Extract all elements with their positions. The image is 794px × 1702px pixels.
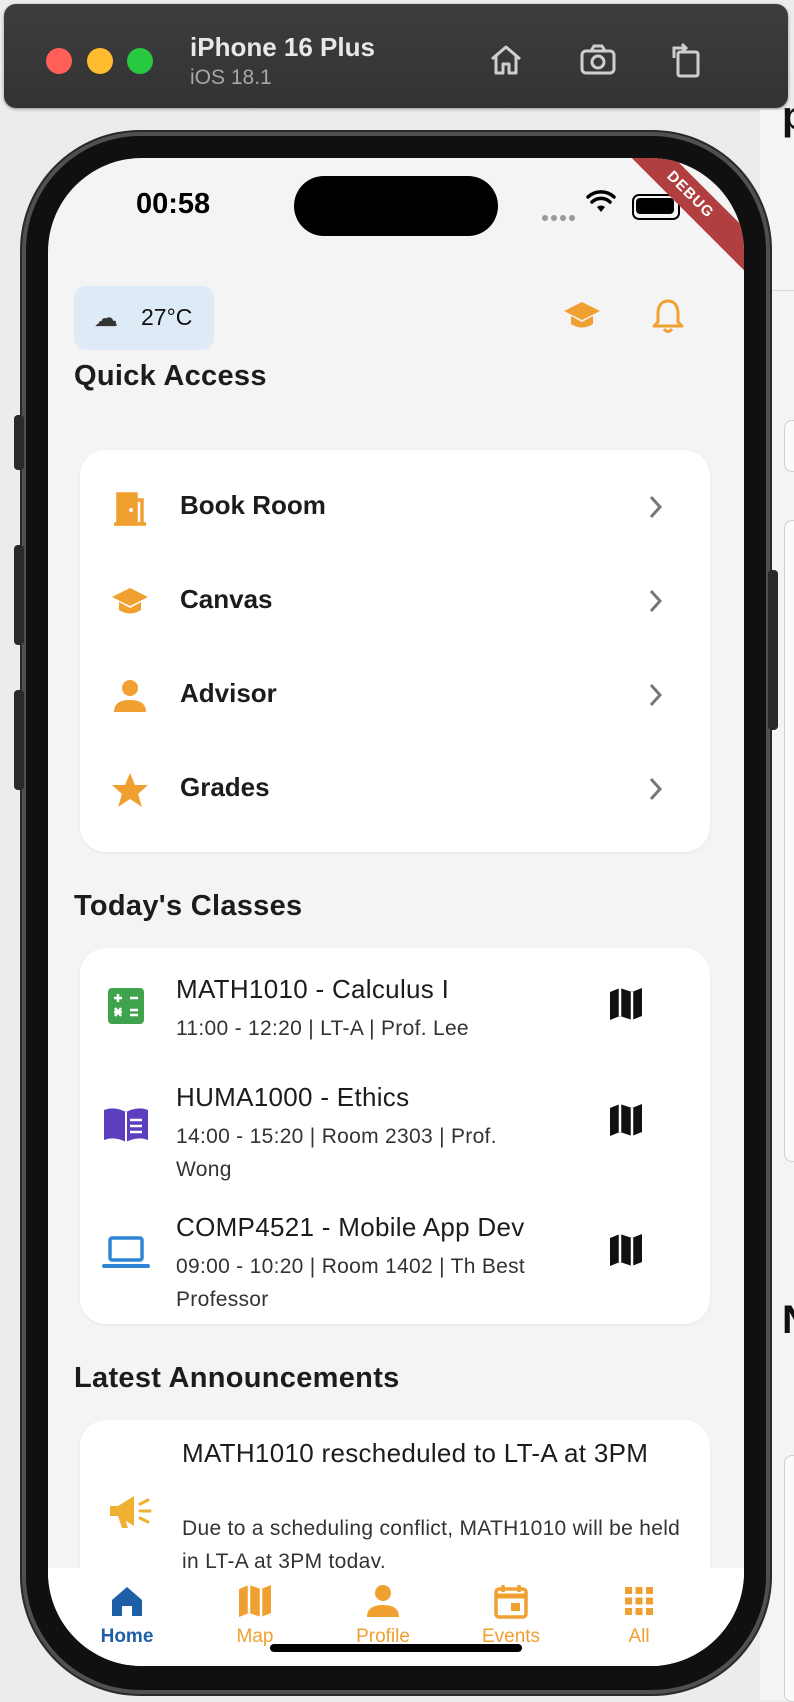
graduation-cap-icon [110, 582, 150, 622]
nav-all[interactable]: All [574, 1582, 704, 1648]
os-version: iOS 18.1 [190, 66, 272, 89]
close-window-button[interactable] [46, 48, 72, 74]
class-item[interactable]: COMP4521 - Mobile App Dev 09:00 - 10:20 … [80, 1212, 710, 1311]
announcement-title: MATH1010 rescheduled to LT-A at 3PM [182, 1438, 649, 1468]
person-icon [110, 676, 150, 716]
door-icon [110, 488, 150, 528]
class-details: 09:00 - 10:20 | Room 1402 | Th Best Prof… [176, 1255, 526, 1311]
quick-access-book-room[interactable]: Book Room [80, 462, 710, 556]
temperature: 27°C [141, 304, 193, 330]
chevron-right-icon [649, 589, 663, 613]
action-button [14, 415, 24, 470]
rotate-icon[interactable] [664, 38, 708, 82]
map-icon [239, 1585, 271, 1617]
device-name: iPhone 16 Plus [190, 32, 375, 62]
nav-label: Home [100, 1626, 154, 1647]
book-icon [102, 1100, 150, 1148]
announcements-title: Latest Announcements [74, 1362, 400, 1394]
zoom-window-button[interactable] [127, 48, 153, 74]
volume-down-button [14, 690, 24, 790]
background-glyph: N [782, 1298, 794, 1343]
quick-access-label: Grades [180, 772, 270, 802]
screenshot-icon[interactable] [576, 38, 620, 82]
class-item[interactable]: HUMA1000 - Ethics 14:00 - 15:20 | Room 2… [80, 1082, 710, 1181]
quick-access-title: Quick Access [74, 360, 267, 392]
calculator-icon [102, 982, 150, 1030]
background-panel [784, 520, 794, 1162]
power-button [768, 570, 778, 730]
wifi-icon [586, 190, 616, 219]
quick-access-label: Advisor [180, 678, 277, 708]
phone-screen: 00:58 DEBUG ☁ 27°C Quick Access Book Roo… [48, 158, 744, 1666]
class-details: 11:00 - 12:20 | LT-A | Prof. Lee [176, 1017, 469, 1040]
cellular-signal-icon [542, 208, 578, 226]
nav-profile[interactable]: Profile [318, 1582, 448, 1648]
home-icon[interactable] [484, 38, 528, 82]
minimize-window-button[interactable] [87, 48, 113, 74]
star-icon [110, 770, 150, 810]
calendar-icon [494, 1585, 528, 1619]
chevron-right-icon [649, 683, 663, 707]
laptop-icon [102, 1228, 150, 1276]
class-title: HUMA1000 - Ethics [176, 1082, 410, 1112]
apps-grid-icon [625, 1587, 653, 1615]
bell-icon[interactable] [648, 296, 688, 336]
class-details: 14:00 - 15:20 | Room 2303 | Prof. Wong [176, 1125, 497, 1181]
cloud-icon: ☁ [94, 305, 118, 332]
map-icon[interactable] [606, 984, 646, 1024]
todays-classes-title: Today's Classes [74, 890, 303, 922]
quick-access-card: Book Room Canvas Advisor Grades [80, 450, 710, 852]
map-icon[interactable] [606, 1100, 646, 1140]
home-icon [112, 1587, 142, 1616]
weather-chip[interactable]: ☁ 27°C [74, 286, 214, 350]
volume-up-button [14, 545, 24, 645]
nav-events[interactable]: Events [446, 1582, 576, 1648]
background-glyph: p [782, 94, 794, 139]
quick-access-label: Canvas [180, 584, 273, 614]
nav-home[interactable]: Home [62, 1582, 192, 1648]
quick-access-label: Book Room [180, 490, 326, 520]
map-icon[interactable] [606, 1230, 646, 1270]
chevron-right-icon [649, 495, 663, 519]
class-title: COMP4521 - Mobile App Dev [176, 1212, 525, 1242]
nav-label: All [628, 1626, 650, 1647]
graduation-cap-icon[interactable] [562, 296, 602, 336]
class-title: MATH1010 - Calculus I [176, 974, 450, 1004]
background-field [784, 420, 794, 472]
background-panel [784, 1455, 794, 1702]
simulator-title-bar: iPhone 16 Plus iOS 18.1 [4, 4, 788, 108]
todays-classes-card: MATH1010 - Calculus I 11:00 - 12:20 | LT… [80, 948, 710, 1324]
class-item[interactable]: MATH1010 - Calculus I 11:00 - 12:20 | LT… [80, 974, 710, 1054]
chevron-right-icon [649, 777, 663, 801]
dynamic-island [294, 176, 498, 236]
quick-access-grades[interactable]: Grades [80, 744, 710, 838]
home-indicator[interactable] [270, 1644, 522, 1652]
quick-access-canvas[interactable]: Canvas [80, 556, 710, 650]
nav-map[interactable]: Map [190, 1582, 320, 1648]
megaphone-icon [104, 1486, 154, 1536]
status-time: 00:58 [136, 188, 211, 220]
quick-access-advisor[interactable]: Advisor [80, 650, 710, 744]
person-icon [367, 1585, 399, 1617]
